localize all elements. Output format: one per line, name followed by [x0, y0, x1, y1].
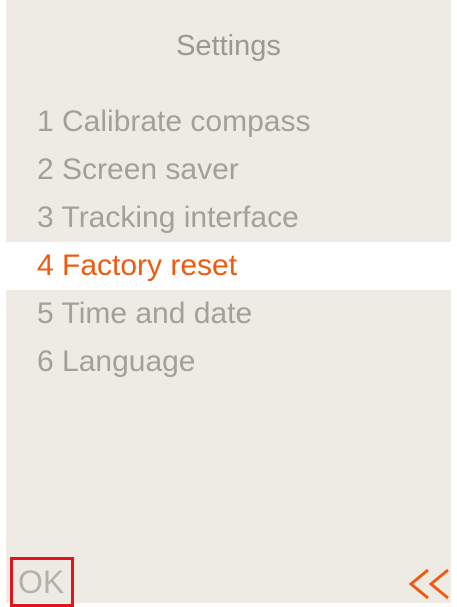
menu-item-language[interactable]: 6 Language [6, 338, 451, 386]
settings-screen: Settings 1 Calibrate compass 2 Screen sa… [6, 0, 452, 607]
menu-item-time-and-date[interactable]: 5 Time and date [6, 290, 451, 338]
double-chevron-left-icon [408, 568, 449, 600]
settings-menu: 1 Calibrate compass 2 Screen saver 3 Tra… [6, 98, 451, 386]
menu-item-calibrate-compass[interactable]: 1 Calibrate compass [6, 98, 451, 146]
menu-item-screen-saver[interactable]: 2 Screen saver [6, 146, 451, 194]
menu-item-factory-reset[interactable]: 4 Factory reset [6, 242, 451, 290]
ok-button[interactable]: OK [10, 557, 74, 607]
page-title: Settings [176, 30, 281, 62]
menu-item-tracking-interface[interactable]: 3 Tracking interface [6, 194, 451, 242]
back-button[interactable] [408, 568, 452, 600]
